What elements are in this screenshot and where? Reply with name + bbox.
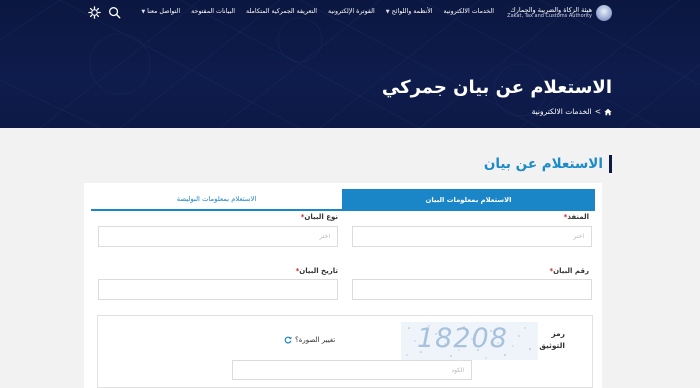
- inquiry-tabs: الاستعلام بمعلومات البيان الاستعلام بمعل…: [91, 189, 595, 211]
- logo-name-en: Zakat, Tax and Customs Authority: [507, 13, 592, 20]
- main-menu: الخدمات الالكترونية الأنظمة واللوائح ▼ ا…: [141, 8, 494, 15]
- section-title: الاستعلام عن بيان: [483, 156, 603, 172]
- nav-item-tariff[interactable]: التعريفة الجمركية المتكاملة: [246, 8, 317, 15]
- section-heading: الاستعلام عن بيان: [484, 155, 612, 173]
- home-icon[interactable]: [604, 108, 612, 116]
- nav-item-contact[interactable]: التواصل معنا ▼: [141, 8, 180, 15]
- heading-accent-bar: [609, 155, 612, 173]
- nav-item-einvoicing[interactable]: الفوترة الإلكترونية: [328, 8, 375, 15]
- page-title: الاستعلام عن بيان جمركي: [381, 77, 612, 98]
- declaration-number-input[interactable]: [352, 279, 592, 300]
- declaration-type-select[interactable]: اختر: [98, 226, 338, 247]
- inquiry-form-card: الاستعلام بمعلومات البيان الاستعلام بمعل…: [84, 183, 602, 388]
- captcha-section: رمز التوثيق : 18208 تغيير الصورة؟ الكود: [97, 315, 593, 388]
- declaration-date-input[interactable]: [98, 279, 338, 300]
- captcha-input[interactable]: الكود: [232, 360, 472, 380]
- hero-banner: هيئة الزكاة والضريبة والجمارك Zakat, Tax…: [0, 0, 700, 128]
- captcha-input-placeholder: الكود: [451, 366, 464, 374]
- captcha-code: 18208: [417, 323, 508, 354]
- port-select[interactable]: اختر: [352, 226, 592, 247]
- captcha-image: 18208: [401, 322, 538, 360]
- chevron-down-icon: ▼: [141, 8, 146, 15]
- captcha-refresh-button[interactable]: تغيير الصورة؟: [284, 336, 335, 344]
- captcha-refresh-label: تغيير الصورة؟: [295, 336, 336, 344]
- port-label: المنفذ*: [563, 213, 589, 221]
- declaration-type-label: نوع البيان*: [300, 213, 338, 221]
- breadcrumb-item-eservices[interactable]: الخدمات الالكترونية: [532, 107, 592, 116]
- port-select-placeholder: اختر: [573, 233, 585, 240]
- tab-declaration-info[interactable]: الاستعلام بمعلومات البيان: [342, 189, 595, 211]
- declaration-number-label: رقم البيان*: [549, 267, 589, 275]
- breadcrumb-separator: >: [594, 107, 601, 116]
- refresh-icon: [284, 336, 292, 344]
- logo-emblem-icon: [596, 5, 612, 21]
- nav-item-open-data[interactable]: البيانات المفتوحة: [191, 8, 235, 15]
- authority-logo[interactable]: هيئة الزكاة والضريبة والجمارك Zakat, Tax…: [492, 3, 612, 23]
- chevron-down-icon: ▼: [385, 8, 390, 15]
- captcha-label: رمز التوثيق :: [533, 329, 565, 350]
- tab-bill-of-lading-info[interactable]: الاستعلام بمعلومات البوليصة: [91, 189, 342, 211]
- declaration-type-placeholder: اختر: [319, 233, 331, 240]
- breadcrumb: > الخدمات الالكترونية: [532, 107, 612, 116]
- nav-item-regulations[interactable]: الأنظمة واللوائح ▼: [386, 8, 433, 15]
- top-navigation: هيئة الزكاة والضريبة والجمارك Zakat, Tax…: [0, 0, 700, 26]
- gear-icon[interactable]: [88, 6, 101, 19]
- search-icon[interactable]: [108, 6, 121, 19]
- declaration-date-label: تاريخ البيان*: [295, 267, 338, 275]
- nav-item-eservices[interactable]: الخدمات الالكترونية: [444, 8, 494, 15]
